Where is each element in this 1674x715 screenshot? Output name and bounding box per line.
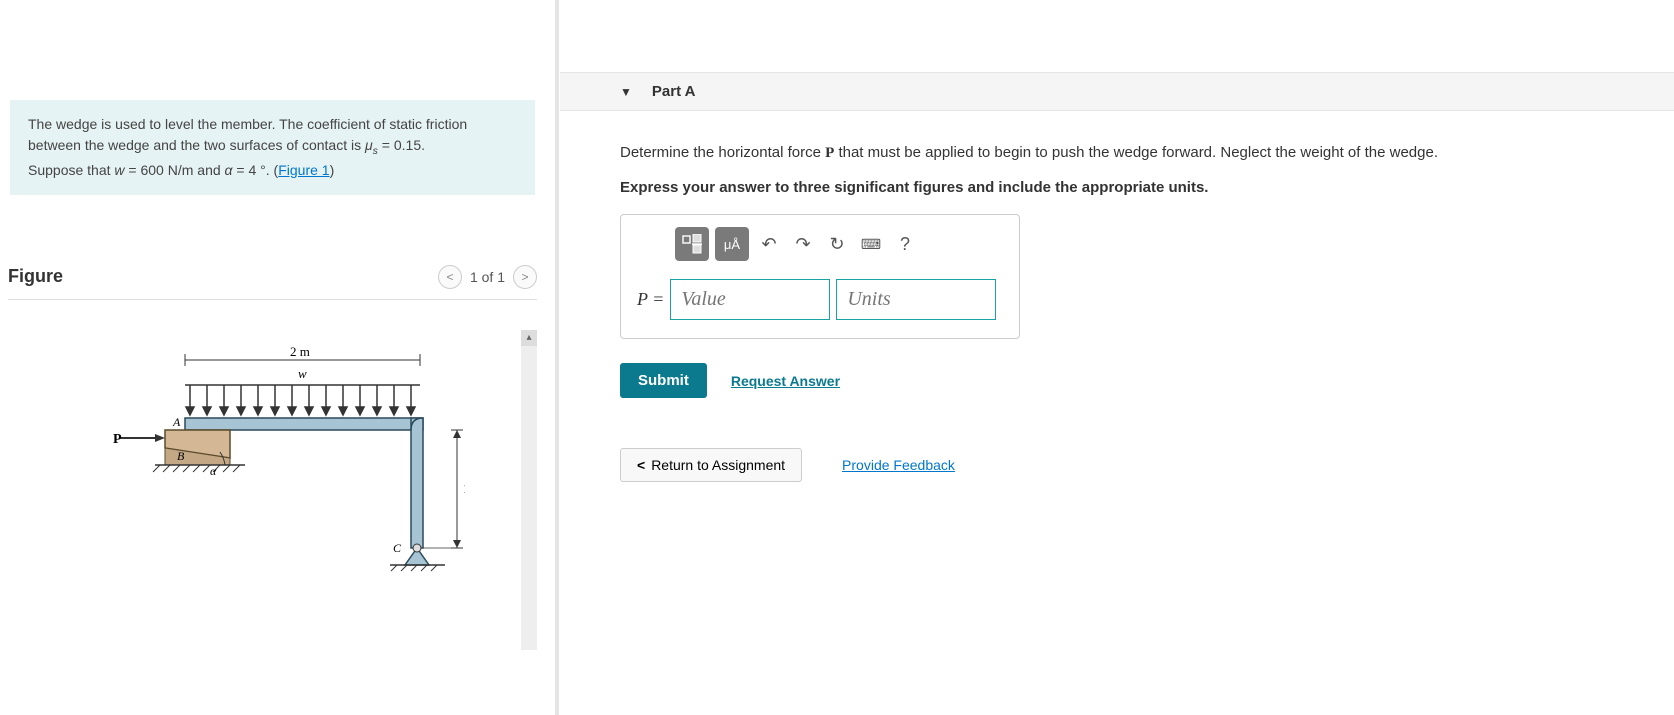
prompt-b: that must be applied to begin to push th… bbox=[834, 144, 1438, 161]
figure-header: Figure < 1 of 1 > bbox=[8, 265, 537, 300]
figure-prev-button[interactable]: < bbox=[438, 265, 462, 289]
figure-link[interactable]: Figure 1 bbox=[278, 162, 329, 178]
redo-button[interactable]: ↷ bbox=[789, 227, 817, 261]
equation-label: P = bbox=[637, 289, 664, 310]
figure-counter: 1 of 1 bbox=[470, 269, 505, 285]
problem-text-3a: Suppose that bbox=[28, 162, 114, 178]
mu-eq: = 0.15. bbox=[378, 137, 425, 153]
close-paren: ) bbox=[330, 162, 335, 178]
help-button[interactable]: ? bbox=[891, 227, 919, 261]
part-body: Determine the horizontal force P that mu… bbox=[560, 111, 1674, 512]
figure-section: Figure < 1 of 1 > ▴ 2 m w bbox=[8, 205, 537, 650]
templates-button[interactable] bbox=[675, 227, 709, 261]
B-label: B bbox=[177, 449, 185, 463]
P-bold: P bbox=[825, 145, 834, 161]
w-val: = 600 N/m bbox=[125, 162, 194, 178]
units-input[interactable] bbox=[836, 279, 996, 320]
alpha-label: α bbox=[210, 464, 217, 478]
caret-down-icon: ▼ bbox=[620, 85, 632, 99]
problem-text-2a: between the wedge and the two surfaces o… bbox=[28, 137, 365, 153]
span-label: 2 m bbox=[290, 344, 310, 359]
provide-feedback-link[interactable]: Provide Feedback bbox=[842, 457, 955, 473]
alpha-val: = 4 °. ( bbox=[233, 162, 279, 178]
footer-row: < Return to Assignment Provide Feedback bbox=[620, 448, 1614, 482]
special-chars-button[interactable]: μÅ bbox=[715, 227, 749, 261]
w-var: w bbox=[114, 162, 124, 178]
answer-box: μÅ ↶ ↷ ↻ ⌨ ? P = bbox=[620, 214, 1020, 339]
submit-button[interactable]: Submit bbox=[620, 363, 707, 398]
panel-divider[interactable] bbox=[555, 0, 559, 715]
A-label: A bbox=[172, 415, 181, 429]
P-label: P bbox=[113, 432, 122, 447]
return-label: Return to Assignment bbox=[651, 457, 785, 473]
right-panel: ▼ Part A Determine the horizontal force … bbox=[560, 0, 1674, 715]
figure-diagram: 2 m w bbox=[65, 330, 465, 580]
problem-statement: The wedge is used to level the member. T… bbox=[10, 100, 535, 195]
chevron-left-icon: < bbox=[637, 457, 645, 473]
problem-text-1: The wedge is used to level the member. T… bbox=[28, 116, 467, 132]
figure-nav: < 1 of 1 > bbox=[438, 265, 537, 289]
return-to-assignment-button[interactable]: < Return to Assignment bbox=[620, 448, 802, 482]
mu-symbol: μ bbox=[365, 137, 373, 153]
question-prompt: Determine the horizontal force P that mu… bbox=[620, 141, 1614, 165]
C-label: C bbox=[393, 541, 402, 555]
answer-input-row: P = bbox=[621, 273, 1019, 320]
part-header[interactable]: ▼ Part A bbox=[560, 72, 1674, 111]
prompt-a: Determine the horizontal force bbox=[620, 144, 825, 161]
height-label: 1 m bbox=[463, 481, 465, 496]
figure-title: Figure bbox=[8, 266, 63, 287]
alpha-var: α bbox=[225, 162, 233, 178]
figure-body: ▴ 2 m w bbox=[8, 330, 537, 650]
part-title: Part A bbox=[652, 83, 696, 100]
answer-toolbar: μÅ ↶ ↷ ↻ ⌨ ? bbox=[621, 215, 1019, 273]
undo-button[interactable]: ↶ bbox=[755, 227, 783, 261]
action-row: Submit Request Answer bbox=[620, 363, 1614, 398]
value-input[interactable] bbox=[670, 279, 830, 320]
reset-button[interactable]: ↻ bbox=[823, 227, 851, 261]
request-answer-link[interactable]: Request Answer bbox=[731, 373, 840, 389]
answer-instruction: Express your answer to three significant… bbox=[620, 179, 1614, 196]
keyboard-button[interactable]: ⌨ bbox=[857, 227, 885, 261]
figure-next-button[interactable]: > bbox=[513, 265, 537, 289]
load-label: w bbox=[298, 366, 307, 381]
templates-icon bbox=[681, 234, 703, 254]
scroll-up-icon[interactable]: ▴ bbox=[521, 330, 537, 346]
and-text: and bbox=[193, 162, 224, 178]
left-panel: The wedge is used to level the member. T… bbox=[0, 0, 545, 715]
